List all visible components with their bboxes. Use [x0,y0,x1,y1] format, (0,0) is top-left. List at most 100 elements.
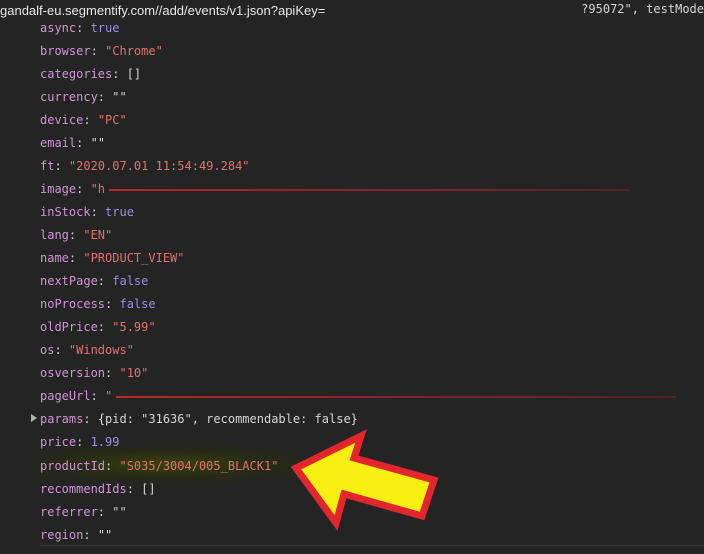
property-key: nextPage [40,274,98,288]
property-key: referrer [40,505,98,519]
property-value: "" [90,136,106,150]
property-key: pageUrl [40,389,91,403]
key-separator: : [105,459,120,473]
property-key: categories [40,67,113,81]
property-value: 1.99 [90,435,120,449]
property-row-osversion: osversion: "10" [40,363,148,383]
key-separator: : [90,389,106,403]
property-value: "2020.07.01 11:54:49.284" [68,159,250,173]
redaction-mark [109,188,630,191]
property-key: device [40,113,84,127]
key-separator: : [76,182,91,196]
property-row-oldprice: oldPrice: "5.99" [40,317,156,337]
property-row-image: image: "h [40,179,630,199]
property-value: "10" [119,366,149,380]
property-row-lang: lang: "EN" [40,225,112,245]
property-key: os [40,343,55,357]
key-separator: : [112,67,127,81]
property-key: browser [40,44,91,58]
property-row-ft: ft: "2020.07.01 11:54:49.284" [40,156,250,176]
property-value: "Windows" [68,343,134,357]
property-key: noProcess [40,297,106,311]
property-value: "" [112,90,127,104]
redaction-mark [116,395,677,398]
key-separator: : [83,113,98,127]
key-separator: : [97,505,113,519]
property-key: osversion [40,366,106,380]
property-row-categories: categories: [] [40,64,141,84]
expand-triangle-icon[interactable] [31,414,37,422]
property-row-productid: productId: "S035/3004/005_BLACK1" [40,456,278,476]
property-row-email: email: "" [40,133,105,153]
property-key: image [40,182,77,196]
property-value: "5.99" [112,320,156,334]
key-separator: : [76,21,91,35]
property-value: [] [126,67,142,81]
property-key: ft [40,159,55,173]
key-separator: : [54,159,69,173]
key-separator: : [90,205,106,219]
key-separator: : [126,482,142,496]
property-value: true [105,205,134,219]
property-value: "h [90,182,106,196]
key-separator: : [97,90,113,104]
property-value: "PRODUCT_VIEW" [83,251,185,265]
property-value: "EN" [83,228,113,242]
property-value: "PC" [97,113,127,127]
property-value: "S035/3004/005_BLACK1" [119,459,279,473]
property-content: params: {pid: "31636", recommendable: fa… [40,409,358,429]
key-separator: : [105,366,120,380]
property-key: recommendIds [40,482,127,496]
property-row-instock: inStock: true [40,202,134,222]
key-separator: : [97,274,113,288]
panel-divider [40,545,704,546]
key-separator: : [76,136,91,150]
property-row-device: device: "PC" [40,110,127,130]
property-row-price: price: 1.99 [40,432,119,452]
property-value: "" [97,528,113,542]
property-key: inStock [40,205,91,219]
key-separator: : [83,528,98,542]
key-separator: : [97,320,113,334]
property-key: price [40,435,77,449]
key-separator: : [76,435,91,449]
property-key: productId [40,459,106,473]
property-value: [] [141,482,156,496]
key-separator: : [83,412,98,426]
key-separator: : [90,44,106,58]
property-value: "" [112,505,127,519]
property-row-async: async: true [40,18,119,38]
property-value: false [112,274,149,288]
property-value: false [119,297,156,311]
property-row-recommendids: recommendIds: [] [40,479,156,499]
property-key: email [40,136,77,150]
request-url-tail: ?95072", testMode [581,2,704,16]
property-key: name [40,251,69,265]
property-value: "Chrome" [105,44,163,58]
request-url: gandalf-eu.segmentify.com//add/events/v1… [0,3,326,18]
property-key: region [40,528,84,542]
property-row-pageurl: pageUrl: " [40,386,677,406]
property-row-region: region: "" [40,525,112,545]
property-key: currency [40,90,98,104]
property-row-browser: browser: "Chrome" [40,41,163,61]
property-value: {pid: "31636", recommendable: false} [97,412,358,426]
arrow-shape [290,429,439,531]
property-row-referrer: referrer: "" [40,502,127,522]
property-row-currency: currency: "" [40,87,127,107]
property-row-name: name: "PRODUCT_VIEW" [40,248,185,268]
key-separator: : [68,251,84,265]
property-key: oldPrice [40,320,98,334]
property-row-nextpage: nextPage: false [40,271,148,291]
key-separator: : [105,297,120,311]
key-separator: : [54,343,69,357]
pointer-arrow-icon [290,429,439,531]
property-value: true [90,21,120,35]
key-separator: : [68,228,84,242]
property-row-noprocess: noProcess: false [40,294,156,314]
property-value: " [105,389,113,403]
property-row-os: os: "Windows" [40,340,134,360]
property-key: lang [40,228,69,242]
property-key: params [40,412,84,426]
property-key: async [40,21,77,35]
